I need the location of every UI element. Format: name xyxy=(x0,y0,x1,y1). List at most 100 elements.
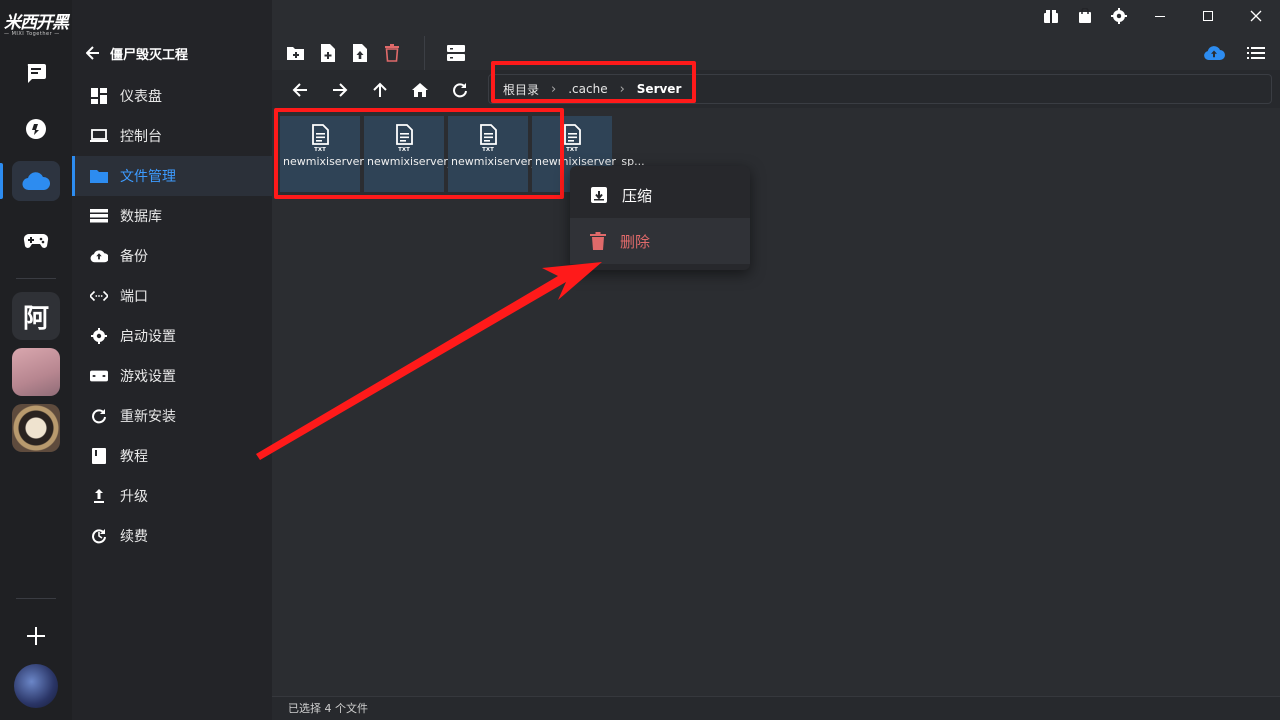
cloud-server-button[interactable] xyxy=(12,161,60,201)
brand-subtitle: — MIXI Together — xyxy=(4,31,60,37)
nav-item-10[interactable]: 升级 xyxy=(72,476,272,516)
up-nav-button[interactable] xyxy=(368,78,392,102)
forward-nav-button[interactable] xyxy=(328,78,352,102)
back-nav-button[interactable] xyxy=(288,78,312,102)
refresh-nav-button[interactable] xyxy=(448,78,472,102)
maximize-button[interactable] xyxy=(1184,0,1232,32)
gift-button[interactable] xyxy=(1034,0,1068,32)
book-icon xyxy=(90,447,108,465)
server-storage-icon xyxy=(447,45,465,61)
nav-item-label: 端口 xyxy=(120,289,148,305)
gamepad-button[interactable] xyxy=(12,221,60,261)
nav-item-11[interactable]: 续费 xyxy=(72,516,272,556)
arrow-right-icon xyxy=(333,83,348,97)
file-toolbar xyxy=(272,36,1280,70)
file-badge: TXT xyxy=(566,147,578,152)
shop-button[interactable] xyxy=(1068,0,1102,32)
list-view-button[interactable] xyxy=(1243,40,1269,66)
file-upload-icon xyxy=(353,44,367,62)
nav-item-3[interactable]: 数据库 xyxy=(72,196,272,236)
nav-item-label: 教程 xyxy=(120,449,148,465)
folder-plus-icon xyxy=(287,47,304,60)
nav-item-label: 仪表盘 xyxy=(120,89,162,105)
close-button[interactable] xyxy=(1232,0,1280,32)
server-avatar-anime[interactable] xyxy=(12,404,60,452)
maximize-icon xyxy=(1203,11,1213,21)
plus-icon xyxy=(27,627,45,645)
trash-icon xyxy=(590,232,606,250)
chat-icon xyxy=(27,64,46,83)
gear-icon xyxy=(1111,8,1127,24)
gear-icon xyxy=(90,327,108,345)
badge-icon xyxy=(26,119,46,139)
folder-icon xyxy=(90,167,108,185)
server-avatar-a[interactable]: 阿 xyxy=(12,292,60,340)
shopping-bag-icon xyxy=(1079,8,1091,23)
compress-label: 压缩 xyxy=(622,186,653,205)
file-manager: 根目录 › .cache › Server TXT newmixiserver.i… xyxy=(272,0,1280,720)
upgrade-icon xyxy=(90,487,108,505)
brand-title: 米西开黑 xyxy=(4,13,69,33)
nav-item-9[interactable]: 教程 xyxy=(72,436,272,476)
upload-file-button[interactable] xyxy=(347,40,373,66)
user-avatar[interactable] xyxy=(14,664,58,708)
status-bar: 已选择 4 个文件 xyxy=(272,696,1280,720)
database-icon xyxy=(90,207,108,225)
close-icon xyxy=(1250,10,1262,22)
new-file-button[interactable] xyxy=(315,40,341,66)
settings-button[interactable] xyxy=(1102,0,1136,32)
nav-item-label: 重新安装 xyxy=(120,409,176,425)
archive-icon xyxy=(591,187,607,203)
minimize-icon xyxy=(1155,16,1165,17)
nav-item-5[interactable]: 端口 xyxy=(72,276,272,316)
toolbar-divider xyxy=(424,36,425,70)
text-file-icon: TXT xyxy=(564,124,581,152)
selection-count: 已选择 4 个文件 xyxy=(288,702,368,715)
discover-button[interactable] xyxy=(12,109,60,149)
cloud-upload-icon xyxy=(1204,46,1225,60)
app-window: 米西开黑 — MIXI Together — 阿 僵尸毁灭工程 仪表盘 控制台 … xyxy=(0,0,1280,720)
renew-icon xyxy=(90,527,108,545)
refresh-icon xyxy=(90,407,108,425)
nav-item-6[interactable]: 启动设置 xyxy=(72,316,272,356)
nav-item-8[interactable]: 重新安装 xyxy=(72,396,272,436)
nav-item-label: 备份 xyxy=(120,249,148,265)
nav-item-0[interactable]: 仪表盘 xyxy=(72,76,272,116)
delete-menu-item[interactable]: 删除 xyxy=(570,218,750,264)
file-plus-icon xyxy=(321,44,335,62)
storage-button[interactable] xyxy=(443,40,469,66)
back-button[interactable]: 僵尸毁灭工程 xyxy=(86,42,188,64)
rail-divider-bottom xyxy=(16,598,56,599)
nav-item-label: 控制台 xyxy=(120,129,162,145)
new-folder-button[interactable] xyxy=(283,40,309,66)
breadcrumb-highlight-box xyxy=(491,61,696,103)
cloud-icon xyxy=(22,172,50,191)
gift-icon xyxy=(1044,10,1058,23)
rail-divider xyxy=(16,278,56,279)
home-nav-button[interactable] xyxy=(408,78,432,102)
nav-item-label: 升级 xyxy=(120,489,148,505)
nav-item-4[interactable]: 备份 xyxy=(72,236,272,276)
nav-item-1[interactable]: 控制台 xyxy=(72,116,272,156)
delete-button[interactable] xyxy=(379,40,405,66)
chat-button[interactable] xyxy=(12,53,60,93)
avatar-letter: 阿 xyxy=(22,303,49,334)
nav-item-label: 续费 xyxy=(120,529,148,545)
nav-item-label: 文件管理 xyxy=(120,169,176,185)
rail-active-indicator xyxy=(0,163,3,199)
port-icon xyxy=(90,287,108,305)
nav-item-2[interactable]: 文件管理 xyxy=(72,156,272,196)
list-icon xyxy=(1247,47,1265,59)
server-nav: 僵尸毁灭工程 仪表盘控制台文件管理数据库备份端口启动设置 游戏设置重新安装教程升级… xyxy=(72,0,272,720)
cloud-sync-button[interactable] xyxy=(1201,40,1227,66)
monitor-icon xyxy=(90,127,108,145)
server-avatar-pink[interactable] xyxy=(12,348,60,396)
add-server-button[interactable] xyxy=(12,616,60,656)
nav-item-7[interactable]: 游戏设置 xyxy=(72,356,272,396)
compress-menu-item[interactable]: 压缩 xyxy=(570,172,750,218)
cloud-upload-icon xyxy=(90,247,108,265)
dashboard-icon xyxy=(90,87,108,105)
nav-item-label: 数据库 xyxy=(120,209,162,225)
minimize-button[interactable] xyxy=(1136,0,1184,32)
context-menu: 压缩 删除 xyxy=(570,166,750,270)
